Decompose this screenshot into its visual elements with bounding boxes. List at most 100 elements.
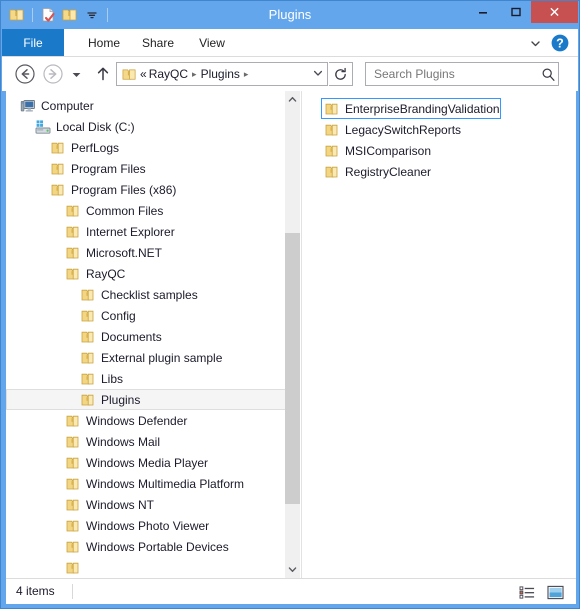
folder-icon	[324, 122, 340, 138]
tree-item-label: Config	[101, 308, 136, 323]
quick-access-toolbar	[8, 4, 110, 26]
explorer-window: Plugins ✕ File Home Share View ? « RayQC…	[0, 0, 580, 609]
address-bar-row: « RayQC ▸ Plugins ▸	[2, 57, 578, 91]
file-item[interactable]: RegistryCleaner	[321, 161, 432, 182]
close-button[interactable]: ✕	[531, 1, 578, 23]
tree-item-label: Windows Media Player	[86, 455, 209, 470]
breadcrumb-separator-icon-2[interactable]: ▸	[242, 69, 251, 80]
tree-item[interactable]: Windows Defender	[6, 410, 287, 431]
help-icon[interactable]: ?	[550, 33, 570, 53]
chevron-up-icon[interactable]	[285, 91, 300, 108]
tree-item-label: Common Files	[86, 203, 164, 218]
large-icons-view-icon[interactable]	[544, 583, 566, 601]
chevron-down-icon[interactable]	[309, 67, 327, 82]
folder-icon[interactable]	[8, 6, 26, 24]
tree-item[interactable]: External plugin sample	[6, 347, 287, 368]
tree-item-label: Windows NT	[86, 497, 155, 512]
breadcrumb-overflow[interactable]: «	[140, 67, 147, 81]
up-arrow-icon[interactable]	[92, 63, 114, 85]
tree-item-label: Microsoft.NET	[86, 245, 163, 260]
search-input[interactable]	[372, 66, 538, 82]
file-item[interactable]: LegacySwitchReports	[321, 119, 462, 140]
navigation-pane[interactable]: Computer Local Disk (C:) PerfLogs Program F…	[6, 91, 302, 578]
breadcrumb-separator-icon[interactable]: ▸	[190, 69, 199, 80]
tree-item[interactable]: Windows Mail	[6, 431, 287, 452]
folder-icon	[65, 560, 81, 576]
content-area: Computer Local Disk (C:) PerfLogs Program F…	[6, 91, 576, 578]
tree-item-label: Windows Portable Devices	[86, 539, 229, 554]
chevron-down-icon[interactable]	[526, 34, 544, 52]
chevron-down-icon[interactable]	[285, 561, 300, 578]
tree-item-label: Windows Defender	[86, 413, 188, 428]
folder-icon	[80, 329, 96, 345]
address-bar[interactable]: « RayQC ▸ Plugins ▸	[116, 62, 328, 86]
details-view-icon[interactable]	[516, 583, 538, 601]
tree-item[interactable]: Microsoft.NET	[6, 242, 287, 263]
minimize-button[interactable]	[467, 1, 498, 23]
tree-item[interactable]: RayQC	[6, 263, 287, 284]
folder-icon	[65, 413, 81, 429]
tree-item-label: Program Files	[71, 161, 146, 176]
tree-item[interactable]: Common Files	[6, 200, 287, 221]
tree-item[interactable]: Local Disk (C:)	[6, 116, 287, 137]
file-item[interactable]: MSIComparison	[321, 140, 432, 161]
tree-item-label: Computer	[41, 98, 94, 113]
folder-icon	[65, 203, 81, 219]
tree-item-label: Windows Mail	[86, 434, 161, 449]
navigation-pane-scrollbar[interactable]	[285, 91, 300, 578]
tree-item[interactable]: Checklist samples	[6, 284, 287, 305]
folder-icon	[65, 434, 81, 450]
file-list-pane[interactable]: EnterpriseBrandingValidation LegacySwitch…	[303, 91, 576, 578]
tree-item[interactable]: Computer	[6, 95, 287, 116]
file-list: EnterpriseBrandingValidation LegacySwitch…	[321, 98, 561, 182]
folder-icon	[65, 224, 81, 240]
tree-item-label: External plugin sample	[101, 350, 223, 365]
scrollbar-thumb[interactable]	[285, 233, 300, 504]
folder-tree: Computer Local Disk (C:) PerfLogs Program F…	[6, 95, 287, 578]
tab-share[interactable]: Share	[126, 29, 190, 56]
folder-icon	[80, 308, 96, 324]
forward-arrow-icon[interactable]	[42, 63, 64, 85]
back-arrow-icon[interactable]	[14, 63, 36, 85]
tree-item-label: Documents	[101, 329, 162, 344]
chevron-down-icon[interactable]	[83, 6, 101, 24]
properties-icon[interactable]	[39, 6, 57, 24]
svg-text:?: ?	[556, 37, 564, 51]
tree-item[interactable]: Config	[6, 305, 287, 326]
tree-item-label: PerfLogs	[71, 140, 120, 155]
computer-icon	[20, 98, 36, 114]
folder-icon	[121, 66, 137, 82]
file-item-focused[interactable]: EnterpriseBrandingValidation	[321, 98, 501, 119]
tree-item[interactable]: Windows Portable Devices	[6, 536, 287, 557]
tree-item-selected[interactable]: Plugins	[6, 389, 287, 410]
tree-item[interactable]: Windows Photo Viewer	[6, 515, 287, 536]
tree-item[interactable]: Documents	[6, 326, 287, 347]
refresh-icon[interactable]	[329, 62, 353, 86]
folder-icon	[80, 371, 96, 387]
breadcrumb-item-plugins[interactable]: Plugins	[201, 67, 240, 81]
tree-item[interactable]: Windows Media Player	[6, 452, 287, 473]
tree-item[interactable]: PerfLogs	[6, 137, 287, 158]
tree-item-partial[interactable]	[6, 557, 287, 578]
breadcrumb-item-rayqc[interactable]: RayQC	[149, 67, 188, 81]
tree-item[interactable]: Internet Explorer	[6, 221, 287, 242]
folder-icon	[324, 143, 340, 159]
folder-icon	[65, 539, 81, 555]
tree-item-label: Windows Photo Viewer	[86, 518, 210, 533]
tree-item[interactable]: Libs	[6, 368, 287, 389]
search-box[interactable]	[365, 62, 559, 86]
tree-item-label: Plugins	[101, 392, 141, 407]
folder-icon	[65, 497, 81, 513]
tree-item[interactable]: Program Files	[6, 158, 287, 179]
maximize-button[interactable]	[500, 1, 531, 23]
tree-item[interactable]: Program Files (x86)	[6, 179, 287, 200]
item-count-label: 4 items	[16, 584, 55, 598]
search-icon	[538, 67, 558, 82]
tree-item[interactable]: Windows NT	[6, 494, 287, 515]
tab-view[interactable]: View	[182, 29, 242, 56]
file-item-label: RegistryCleaner	[345, 164, 432, 179]
tree-item[interactable]: Windows Multimedia Platform	[6, 473, 287, 494]
tab-file[interactable]: File	[2, 29, 64, 56]
recent-locations-icon[interactable]	[68, 63, 84, 85]
new-folder-icon[interactable]	[61, 6, 79, 24]
